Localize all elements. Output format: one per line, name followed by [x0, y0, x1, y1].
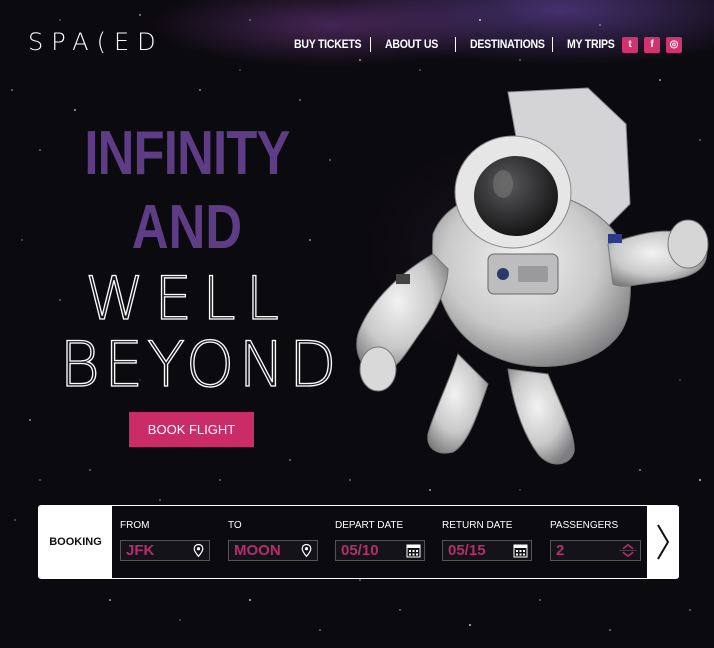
booking-title: BOOKING [39, 506, 112, 578]
passengers-label: PASSENGERS [550, 520, 619, 531]
passengers-field: PASSENGERS [550, 520, 641, 561]
nav-about-us[interactable]: ABOUT US [385, 37, 438, 51]
calendar-icon[interactable] [513, 543, 528, 558]
nav-divider [552, 36, 553, 52]
from-field: FROM [120, 520, 210, 561]
next-button[interactable] [647, 506, 679, 578]
depart-date-label: DEPART DATE [335, 520, 404, 531]
instagram-icon[interactable]: ◎ [666, 37, 682, 53]
from-label: FROM [120, 520, 150, 531]
return-date-input-box[interactable] [442, 540, 532, 561]
hero-line-well: WELL [84, 263, 290, 334]
hero-line-beyond: BEYOND [59, 327, 341, 401]
nav-divider [370, 36, 371, 52]
book-flight-button[interactable]: BOOK FLIGHT [129, 412, 254, 447]
twitter-icon[interactable]: t [622, 37, 638, 53]
hero-line-infinity: INFINITY [84, 119, 290, 188]
astronaut-image [356, 87, 709, 465]
booking-bar: BOOKING FROM TO DEPART DATE [38, 505, 679, 579]
nav-destinations[interactable]: DESTINATIONS [470, 37, 545, 51]
return-date-label: RETURN DATE [442, 520, 513, 531]
facebook-icon[interactable]: f [644, 37, 660, 53]
to-label: TO [228, 520, 242, 531]
main-nav: BUY TICKETS ABOUT US DESTINATIONS MY TRI… [294, 34, 617, 54]
nav-my-trips[interactable]: MY TRIPS [567, 37, 615, 51]
brand-logo[interactable]: SPA(ED [28, 27, 210, 61]
hero-line-and: AND [131, 193, 243, 262]
location-pin-icon[interactable] [299, 543, 314, 558]
location-pin-icon[interactable] [191, 543, 206, 558]
nav-buy-tickets[interactable]: BUY TICKETS [294, 37, 362, 51]
return-date-field: RETURN DATE [442, 520, 532, 561]
from-input-box[interactable] [120, 540, 210, 561]
to-input-box[interactable] [228, 540, 318, 561]
chevron-right-icon [657, 524, 670, 560]
social-links: t f ◎ [622, 37, 682, 53]
passengers-input-box[interactable] [550, 540, 641, 561]
depart-date-input-box[interactable] [335, 540, 425, 561]
depart-date-field: DEPART DATE [335, 520, 425, 561]
logo-text: SPA(ED [28, 28, 164, 56]
nav-divider [455, 36, 456, 52]
stepper-icon[interactable] [617, 542, 639, 559]
calendar-icon[interactable] [406, 543, 421, 558]
to-field: TO [228, 520, 318, 561]
